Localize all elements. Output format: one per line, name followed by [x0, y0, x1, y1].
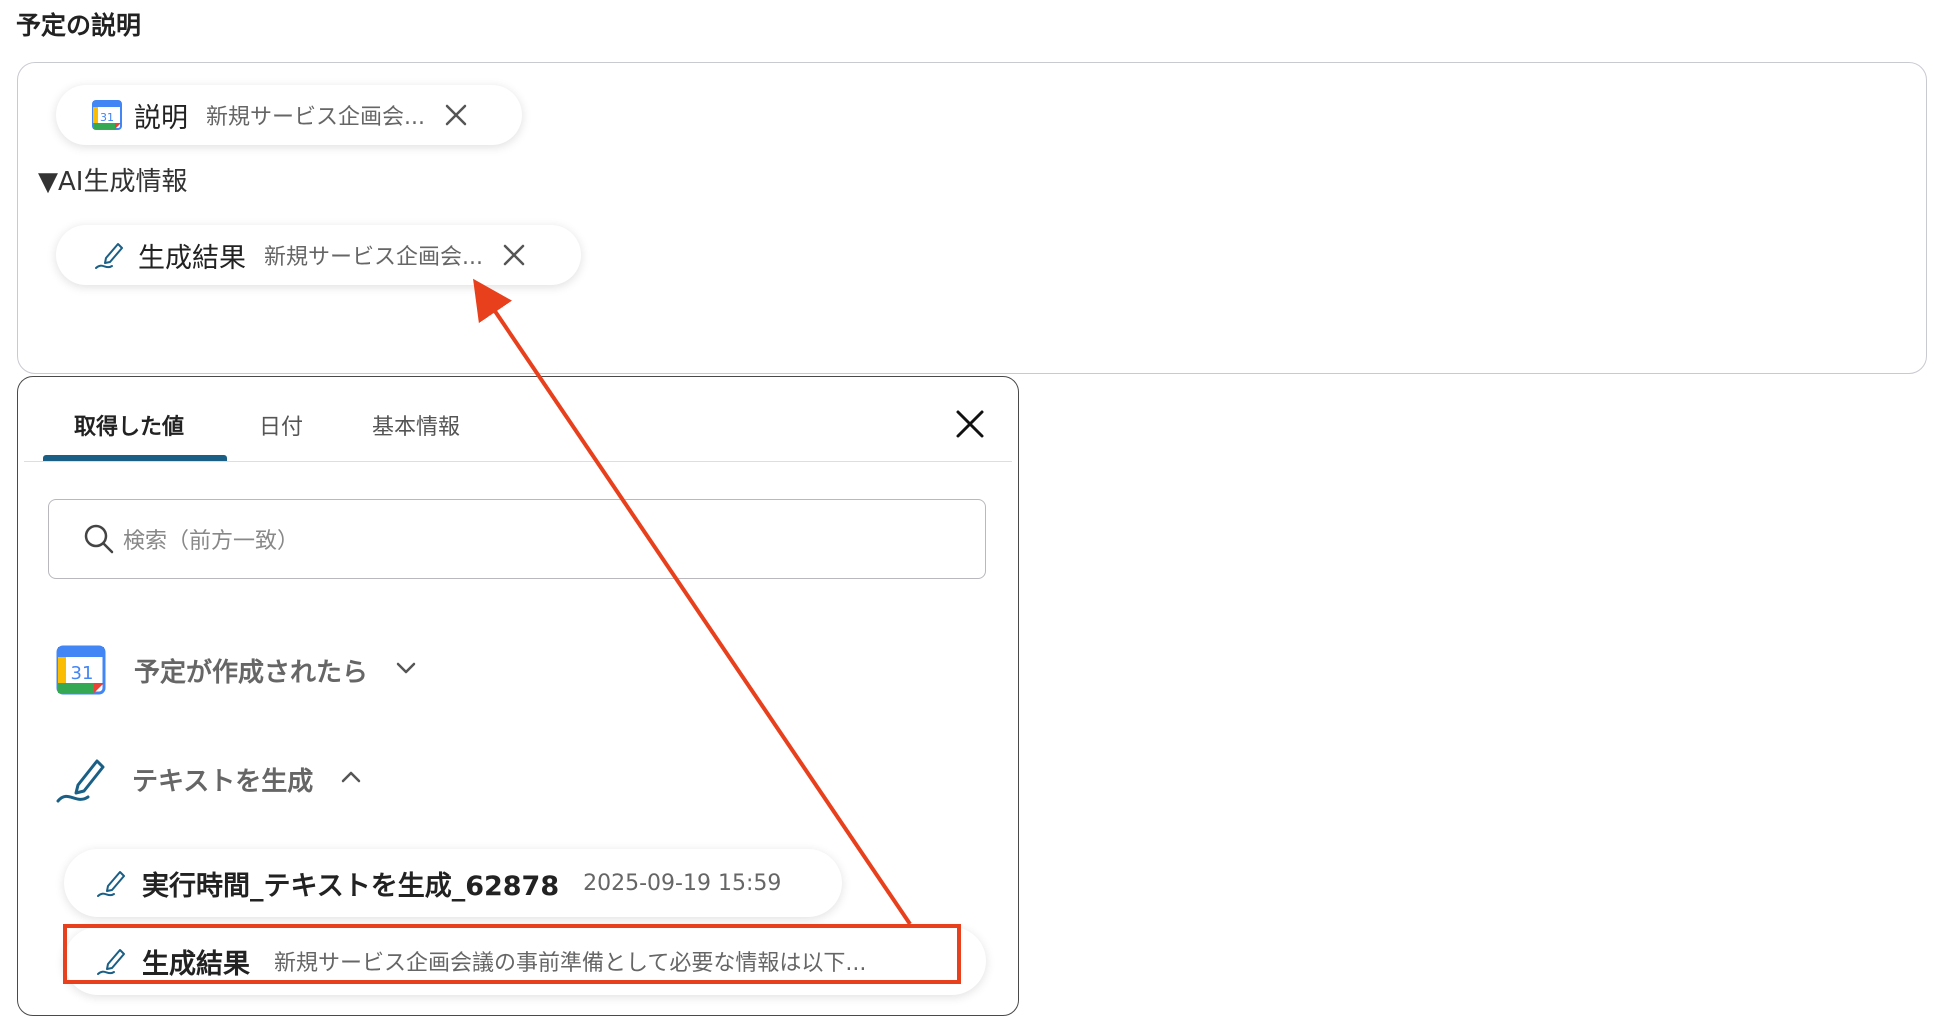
search-input[interactable]: 検索（前方一致）: [48, 499, 986, 579]
token-value: 新規サービス企画会...: [264, 245, 483, 270]
description-token[interactable]: 31 説明 新規サービス企画会...: [56, 85, 522, 145]
item-value: 2025-09-19 15:59: [583, 870, 782, 896]
calendar-icon-date: 31: [71, 663, 94, 684]
google-calendar-icon: 31: [56, 645, 106, 695]
description-field[interactable]: 31 説明 新規サービス企画会... ▼AI生成情報 生成結果 新規サービス企画…: [17, 62, 1927, 374]
token-label: 説明: [134, 102, 188, 134]
tab-acquired-values[interactable]: 取得した値: [74, 409, 184, 441]
search-placeholder: 検索（前方一致）: [123, 529, 300, 554]
token-value: 新規サービス企画会...: [206, 105, 425, 130]
value-picker-panel: 取得した値 日付 基本情報 検索（前方一致） 31 予定が作成されたら テキスト…: [17, 376, 1019, 1016]
annotation-highlight-box: [63, 924, 961, 984]
google-calendar-icon: 31: [92, 100, 122, 130]
remove-token-icon[interactable]: [501, 242, 527, 268]
calendar-icon-date: 31: [100, 111, 114, 124]
token-label: 生成結果: [138, 242, 246, 274]
generated-result-token[interactable]: 生成結果 新規サービス企画会...: [56, 225, 581, 285]
chevron-down-icon: [394, 656, 418, 684]
chevron-up-icon: [339, 765, 363, 793]
section-title: 予定の説明: [16, 11, 142, 40]
ai-info-heading: ▼AI生成情報: [38, 167, 188, 197]
list-item-execution-time[interactable]: 実行時間_テキストを生成_62878 2025-09-19 15:59: [64, 849, 842, 917]
ai-pen-icon: [54, 751, 110, 807]
ai-pen-icon: [92, 238, 126, 272]
tab-divider: [24, 461, 1012, 462]
tab-basic-info[interactable]: 基本情報: [372, 409, 460, 441]
group-title: テキストを生成: [132, 766, 314, 797]
tab-date[interactable]: 日付: [259, 409, 303, 441]
group-generate-text[interactable]: テキストを生成: [54, 751, 363, 807]
close-icon[interactable]: [953, 407, 987, 441]
group-title: 予定が作成されたら: [134, 657, 369, 688]
group-calendar-trigger[interactable]: 31 予定が作成されたら: [56, 645, 418, 695]
remove-token-icon[interactable]: [443, 102, 469, 128]
search-icon: [83, 523, 115, 555]
item-label: 実行時間_テキストを生成_62878: [142, 870, 560, 902]
ai-pen-icon: [94, 866, 128, 900]
